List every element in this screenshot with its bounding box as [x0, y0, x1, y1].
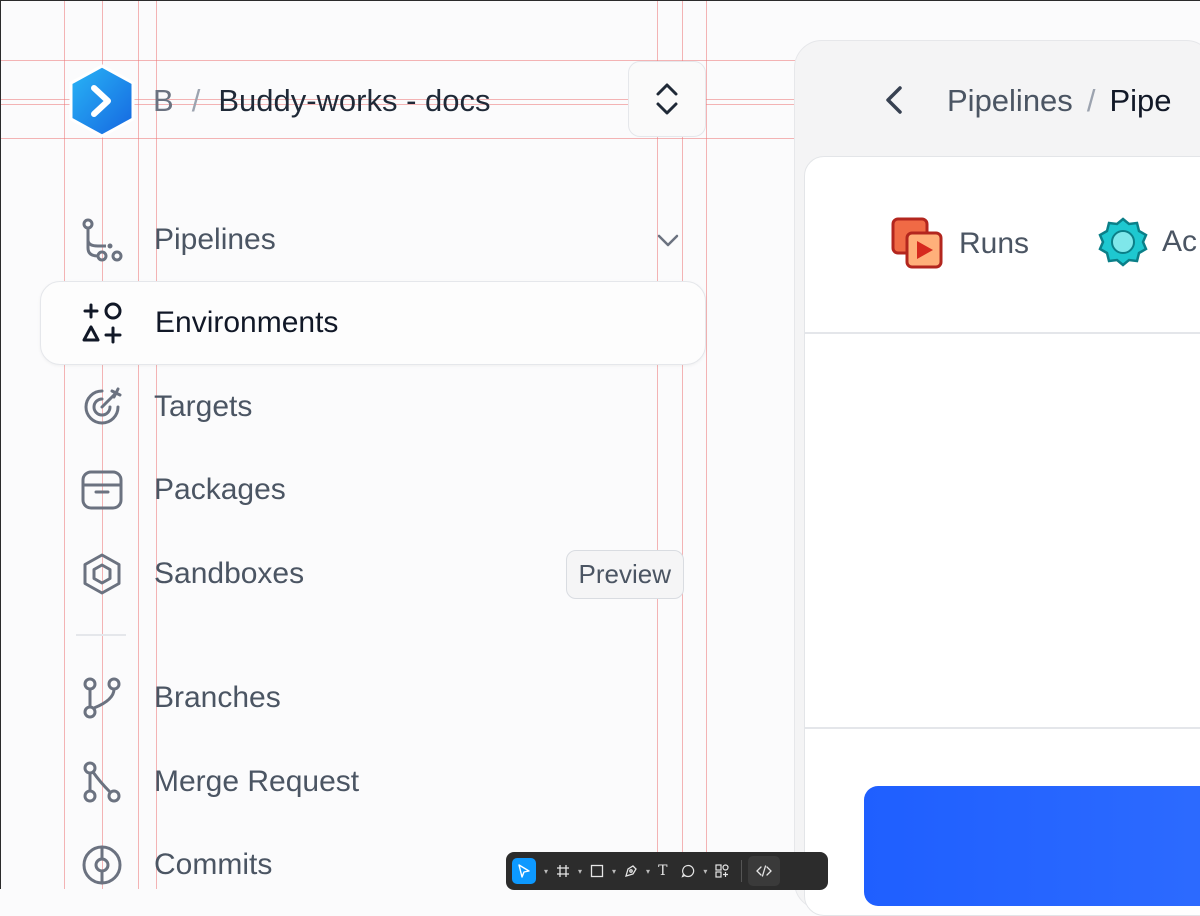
- breadcrumb-separator: /: [1086, 83, 1096, 118]
- commit-icon: [80, 843, 124, 887]
- chevron-down-icon[interactable]: ▾: [646, 867, 650, 876]
- package-icon: [80, 468, 124, 512]
- toolbar-separator: [741, 860, 743, 882]
- workspace-breadcrumb: B / Buddy-works - docs: [153, 80, 491, 122]
- actions-icon: [1098, 217, 1148, 267]
- environments-icon: [81, 301, 125, 345]
- nav-label: Branches: [154, 681, 281, 714]
- buddy-logo[interactable]: [67, 64, 137, 138]
- workspace-letter[interactable]: B: [153, 83, 174, 119]
- tab-label: Runs: [959, 227, 1030, 260]
- chevron-left-icon: [886, 86, 902, 114]
- chevron-down-icon[interactable]: ▾: [578, 867, 582, 876]
- breadcrumb-pipelines-link[interactable]: Pipelines: [947, 83, 1073, 119]
- move-tool-icon[interactable]: [512, 858, 536, 884]
- nav-item-branches[interactable]: Branches: [40, 656, 706, 740]
- breadcrumb-separator: /: [191, 83, 201, 118]
- components-tool-icon[interactable]: [715, 858, 730, 884]
- project-switcher-button[interactable]: [628, 61, 706, 137]
- nav-label: Packages: [154, 473, 286, 506]
- nav-item-targets[interactable]: Targets: [40, 365, 706, 449]
- sandbox-icon: [80, 552, 124, 596]
- nav-label: Targets: [154, 390, 253, 423]
- comment-tool-icon[interactable]: [681, 858, 695, 884]
- branch-icon: [80, 676, 124, 720]
- tab-label: Ac: [1162, 225, 1198, 258]
- chevron-down-icon[interactable]: ▾: [703, 867, 707, 876]
- nav-item-pipelines[interactable]: Pipelines: [40, 198, 706, 282]
- rectangle-tool-icon[interactable]: [590, 858, 604, 884]
- runs-icon: [891, 217, 945, 271]
- layout-guide: [706, 0, 707, 889]
- nav-label: Pipelines: [154, 223, 276, 256]
- tab-runs[interactable]: Runs: [891, 217, 1029, 271]
- pipelines-icon: [80, 218, 124, 262]
- breadcrumb-current: Pipe: [1109, 83, 1172, 118]
- section-divider: [805, 727, 1200, 729]
- tabs-divider: [805, 332, 1200, 334]
- code-tool-icon[interactable]: [748, 856, 781, 886]
- pipeline-breadcrumb: Pipelines / Pipe: [947, 80, 1171, 122]
- chevron-down-icon[interactable]: ▾: [544, 867, 548, 876]
- nav-item-sandboxes[interactable]: Sandboxes Preview: [40, 532, 706, 616]
- chevron-up-down-icon: [656, 83, 678, 115]
- tab-actions[interactable]: Ac: [1098, 217, 1197, 267]
- preview-badge: Preview: [565, 549, 684, 599]
- chevron-down-icon[interactable]: [654, 226, 682, 254]
- nav-item-merge-request[interactable]: Merge Request: [40, 740, 706, 824]
- nav-label: Sandboxes: [154, 557, 305, 590]
- back-button[interactable]: [880, 82, 910, 118]
- pen-tool-icon[interactable]: [624, 858, 638, 884]
- nav-label: Environments: [155, 306, 339, 339]
- frame-tool-icon[interactable]: [556, 858, 570, 884]
- merge-request-icon: [80, 760, 124, 804]
- nav-label: Commits: [154, 848, 273, 881]
- primary-action-card[interactable]: [864, 786, 1200, 906]
- nav-divider: [76, 634, 126, 636]
- nav-label: Merge Request: [154, 765, 360, 798]
- project-name[interactable]: Buddy-works - docs: [218, 83, 490, 119]
- design-toolbar: ▾ ▾ ▾ ▾ T ▾: [506, 852, 828, 890]
- nav-item-packages[interactable]: Packages: [40, 448, 706, 532]
- nav-item-environments[interactable]: Environments: [40, 281, 706, 365]
- text-tool-icon[interactable]: T: [658, 858, 667, 884]
- chevron-down-icon[interactable]: ▾: [612, 867, 616, 876]
- target-icon: [80, 385, 124, 429]
